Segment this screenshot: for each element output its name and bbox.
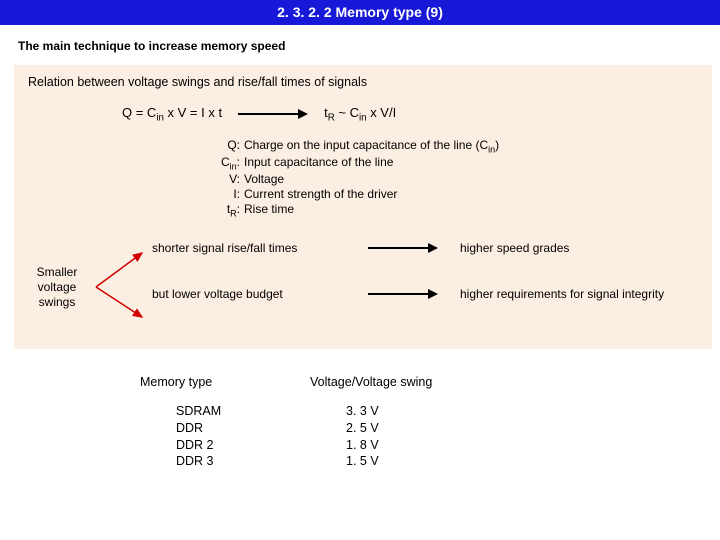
def-symbol: I: [202, 187, 240, 201]
voltage-table: Memory type Voltage/Voltage swing SDRAM 3… [140, 375, 720, 471]
branch-row-1: shorter signal rise/fall times higher sp… [152, 241, 704, 255]
arrow-right-icon [368, 289, 438, 299]
branch1-left: shorter signal rise/fall times [152, 241, 352, 255]
highlight-block: Relation between voltage swings and rise… [14, 65, 712, 349]
table-row: DDR 2. 5 V [140, 420, 720, 437]
formula-left: Q = Cin x V = I x t [122, 105, 222, 124]
def-text: Voltage [244, 172, 704, 186]
table-row: DDR 3 1. 5 V [140, 453, 720, 470]
branch-right: shorter signal rise/fall times higher sp… [152, 241, 704, 331]
table-cell-volt: 1. 5 V [346, 453, 446, 470]
branch-area: Smaller voltage swings shorter signal ri… [22, 241, 704, 331]
branch-arrows-icon [92, 241, 152, 331]
table-header-type: Memory type [140, 375, 310, 389]
table-cell-volt: 1. 8 V [346, 437, 446, 454]
def-text: Rise time [244, 202, 704, 218]
table-cell-volt: 3. 3 V [346, 403, 446, 420]
branch2-right: higher requirements for signal integrity [460, 287, 664, 301]
subtitle: The main technique to increase memory sp… [18, 39, 720, 53]
table-cell-volt: 2. 5 V [346, 420, 446, 437]
branch1-right: higher speed grades [460, 241, 569, 255]
arrow-right-icon [238, 109, 308, 119]
branch2-left: but lower voltage budget [152, 287, 352, 301]
table-cell-type: SDRAM [176, 403, 256, 420]
def-symbol: Cin: [202, 155, 240, 171]
table-cell-type: DDR 2 [176, 437, 256, 454]
page-title-bar: 2. 3. 2. 2 Memory type (9) [0, 0, 720, 25]
table-cell-type: DDR [176, 420, 256, 437]
def-text: Input capacitance of the line [244, 155, 704, 171]
def-symbol: Q: [202, 138, 240, 154]
def-symbol: tR: [202, 202, 240, 218]
definitions-list: Q:Charge on the input capacitance of the… [202, 138, 704, 219]
table-header-row: Memory type Voltage/Voltage swing [140, 375, 720, 389]
relation-text: Relation between voltage swings and rise… [28, 75, 704, 89]
page-title: 2. 3. 2. 2 Memory type (9) [277, 4, 443, 20]
def-symbol: V: [202, 172, 240, 186]
smaller-label: Smaller voltage swings [22, 241, 92, 331]
table-header-volt: Voltage/Voltage swing [310, 375, 510, 389]
arrow-right-icon [368, 243, 438, 253]
formula-row: Q = Cin x V = I x t tR ~ Cin x V/I [122, 105, 704, 124]
table-row: SDRAM 3. 3 V [140, 403, 720, 420]
def-text: Charge on the input capacitance of the l… [244, 138, 704, 154]
table-row: DDR 2 1. 8 V [140, 437, 720, 454]
branch-row-2: but lower voltage budget higher requirem… [152, 287, 704, 301]
table-cell-type: DDR 3 [176, 453, 256, 470]
formula-right: tR ~ Cin x V/I [324, 105, 396, 124]
def-text: Current strength of the driver [244, 187, 704, 201]
